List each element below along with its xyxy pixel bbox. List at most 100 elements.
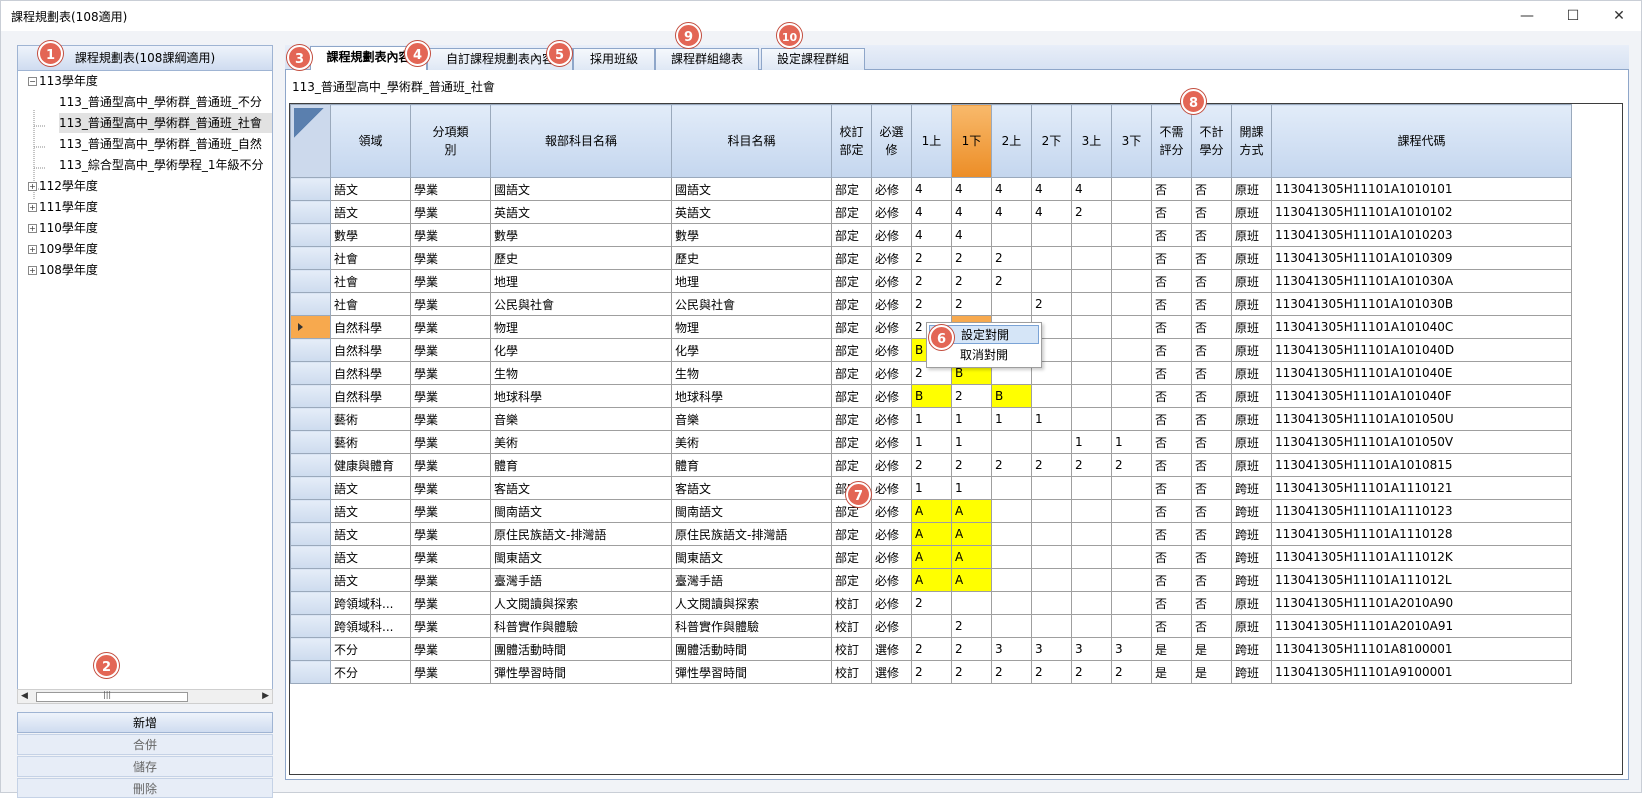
table-cell[interactable] (1071, 476, 1112, 500)
table-cell[interactable]: 校訂 (831, 637, 872, 661)
table-cell[interactable]: 選修 (871, 660, 912, 684)
table-cell[interactable] (1111, 522, 1152, 546)
table-cell[interactable] (951, 591, 992, 615)
table-cell[interactable]: 否 (1191, 269, 1232, 293)
table-cell[interactable]: 否 (1151, 315, 1192, 339)
row-header[interactable] (290, 407, 331, 431)
table-cell[interactable]: 音樂 (490, 407, 672, 431)
table-cell[interactable] (991, 499, 1032, 523)
table-cell[interactable]: 是 (1191, 637, 1232, 661)
table-cell[interactable]: 113041305H11101A1010203 (1271, 223, 1572, 247)
table-cell[interactable]: 健康與體育 (330, 453, 411, 477)
table-cell[interactable]: 1 (991, 407, 1032, 431)
table-cell[interactable]: 必修 (871, 200, 912, 224)
table-cell[interactable] (1111, 476, 1152, 500)
expand-icon[interactable]: + (28, 182, 37, 191)
table-cell[interactable] (991, 614, 1032, 638)
table-cell[interactable]: 113041305H11101A101050V (1271, 430, 1572, 454)
table-cell[interactable] (1071, 545, 1112, 569)
table-cell[interactable]: 必修 (871, 223, 912, 247)
table-cell[interactable] (1111, 338, 1152, 362)
table-cell[interactable] (911, 614, 952, 638)
table-cell[interactable]: 113041305H11101A2010A90 (1271, 591, 1572, 615)
table-cell[interactable]: 是 (1151, 637, 1192, 661)
row-header[interactable] (290, 315, 331, 339)
table-cell[interactable]: 113041305H11101A1010101 (1271, 177, 1572, 201)
table-cell[interactable] (1031, 568, 1072, 592)
table-row[interactable]: 語文 學業 閩東語文 閩東語文 部定 必修 A A 否否跨班 113041305H11101A11… (290, 545, 1572, 569)
table-cell[interactable]: 原班 (1231, 269, 1272, 293)
table-cell[interactable] (1031, 614, 1072, 638)
row-header[interactable] (290, 476, 331, 500)
table-cell[interactable]: 必修 (871, 499, 912, 523)
header-no-grade[interactable]: 不需 評分 (1151, 104, 1192, 178)
table-cell[interactable]: A (951, 568, 992, 592)
table-cell[interactable]: 否 (1151, 591, 1192, 615)
table-cell[interactable] (1071, 223, 1112, 247)
table-cell[interactable] (1071, 522, 1112, 546)
table-cell[interactable] (991, 522, 1032, 546)
table-cell[interactable]: 語文 (330, 568, 411, 592)
table-cell[interactable]: 臺灣手語 (490, 568, 672, 592)
tree-node-113-general[interactable]: 113_普通型高中_學術群_普通班_不分 (59, 92, 262, 112)
table-cell[interactable]: 2 (911, 246, 952, 270)
table-row[interactable]: 數學 學業 數學 數學 部定 必修 4 4 否否原班 113041305H11101A101020… (290, 223, 1572, 247)
table-cell[interactable]: 科普實作與體驗 (671, 614, 832, 638)
table-cell[interactable]: 否 (1151, 338, 1192, 362)
table-cell[interactable]: 必修 (871, 246, 912, 270)
row-header[interactable] (290, 545, 331, 569)
header-3-up[interactable]: 3上 (1071, 104, 1112, 178)
table-cell[interactable]: 原班 (1231, 177, 1272, 201)
table-cell[interactable] (991, 476, 1032, 500)
header-subject[interactable]: 科目名稱 (671, 104, 832, 178)
table-cell[interactable]: 4 (991, 177, 1032, 201)
header-2-up[interactable]: 2上 (991, 104, 1032, 178)
table-cell[interactable]: 化學 (490, 338, 672, 362)
row-header[interactable] (290, 269, 331, 293)
table-cell[interactable]: 否 (1191, 453, 1232, 477)
scroll-thumb[interactable]: ||| (36, 690, 188, 702)
table-cell[interactable]: 否 (1151, 269, 1192, 293)
table-cell[interactable]: 2 (911, 269, 952, 293)
row-header[interactable] (290, 637, 331, 661)
tree-node-113-science[interactable]: 113_普通型高中_學術群_普通班_自然 (59, 134, 262, 154)
table-cell[interactable] (1071, 246, 1112, 270)
table-cell[interactable] (1111, 246, 1152, 270)
table-cell[interactable]: 臺灣手語 (671, 568, 832, 592)
table-cell[interactable]: 否 (1191, 407, 1232, 431)
table-cell[interactable]: 學業 (410, 200, 491, 224)
table-cell[interactable]: 2 (991, 269, 1032, 293)
table-cell[interactable] (991, 292, 1032, 316)
table-cell[interactable]: 學業 (410, 292, 491, 316)
table-cell[interactable]: 113041305H11101A101040C (1271, 315, 1572, 339)
table-cell[interactable]: 體育 (671, 453, 832, 477)
table-cell[interactable]: 跨領域科... (330, 614, 411, 638)
table-cell[interactable]: 生物 (671, 361, 832, 385)
table-cell[interactable] (1071, 338, 1112, 362)
table-cell[interactable]: 原班 (1231, 430, 1272, 454)
table-cell[interactable]: 2 (1031, 453, 1072, 477)
table-cell[interactable]: 2 (1071, 453, 1112, 477)
table-cell[interactable]: 否 (1151, 177, 1192, 201)
table-cell[interactable]: 必修 (871, 269, 912, 293)
table-row[interactable]: 語文 學業 閩南語文 閩南語文 部定 必修 A A 否否跨班 113041305H11101A11… (290, 499, 1572, 523)
row-header[interactable] (290, 361, 331, 385)
table-cell[interactable]: 原班 (1231, 200, 1272, 224)
table-cell[interactable]: 閩南語文 (671, 499, 832, 523)
table-cell[interactable]: 部定 (831, 430, 872, 454)
table-cell[interactable]: 1 (1111, 430, 1152, 454)
table-cell[interactable]: 是 (1151, 660, 1192, 684)
table-cell[interactable]: 彈性學習時間 (671, 660, 832, 684)
table-cell[interactable]: 閩南語文 (490, 499, 672, 523)
row-header[interactable] (290, 568, 331, 592)
table-cell[interactable]: 歷史 (671, 246, 832, 270)
table-cell[interactable]: 社會 (330, 269, 411, 293)
table-cell[interactable]: 113041305H11101A1110123 (1271, 499, 1572, 523)
table-cell[interactable]: 藝術 (330, 430, 411, 454)
table-cell[interactable]: 否 (1191, 200, 1232, 224)
tree-node-113-comprehensive[interactable]: 113_綜合型高中_學術學程_1年級不分 (59, 155, 264, 175)
table-cell[interactable]: 學業 (410, 637, 491, 661)
table-cell[interactable] (1031, 545, 1072, 569)
table-cell[interactable]: 原班 (1231, 361, 1272, 385)
table-cell[interactable]: 客語文 (671, 476, 832, 500)
